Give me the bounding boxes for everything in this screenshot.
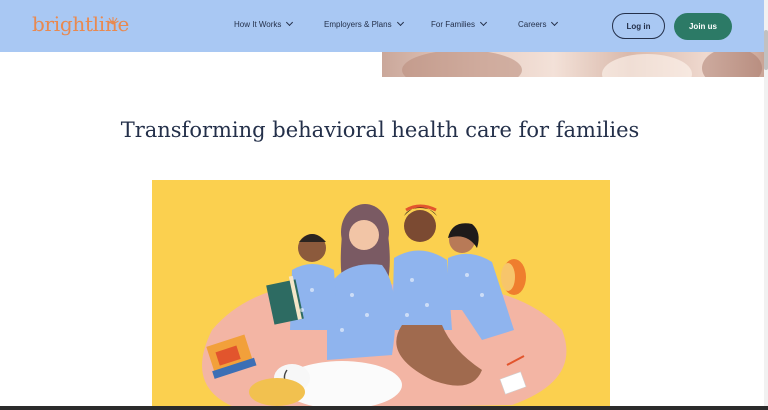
page-headline: Transforming behavioral health care for … xyxy=(120,118,640,142)
nav-label: Careers xyxy=(518,20,547,29)
nav-employers-plans[interactable]: Employers & Plans xyxy=(324,18,404,29)
chevron-down-icon xyxy=(551,18,559,27)
nav-label: For Families xyxy=(431,20,476,29)
nav-how-it-works[interactable]: How It Works xyxy=(234,18,294,29)
chevron-down-icon xyxy=(286,18,294,27)
sun-icon xyxy=(107,17,119,25)
chevron-down-icon xyxy=(396,18,404,27)
family-illustration-art xyxy=(202,204,567,410)
bottom-bar xyxy=(0,406,768,410)
scrollbar-thumb[interactable] xyxy=(764,30,768,70)
join-button[interactable]: Join us xyxy=(674,13,732,40)
nav-careers[interactable]: Careers xyxy=(518,18,559,29)
chevron-down-icon xyxy=(479,18,488,27)
page-scrollbar[interactable] xyxy=(764,0,768,410)
family-reading-illustration xyxy=(152,180,610,410)
page: brightline How It Works Employers & Plan… xyxy=(0,0,768,410)
nav-label: How It Works xyxy=(234,20,282,29)
nav-for-families[interactable]: For Families xyxy=(431,18,488,29)
nav-label: Employers & Plans xyxy=(324,20,392,29)
login-button[interactable]: Log in xyxy=(612,13,665,39)
site-header: brightline How It Works Employers & Plan… xyxy=(0,0,764,52)
